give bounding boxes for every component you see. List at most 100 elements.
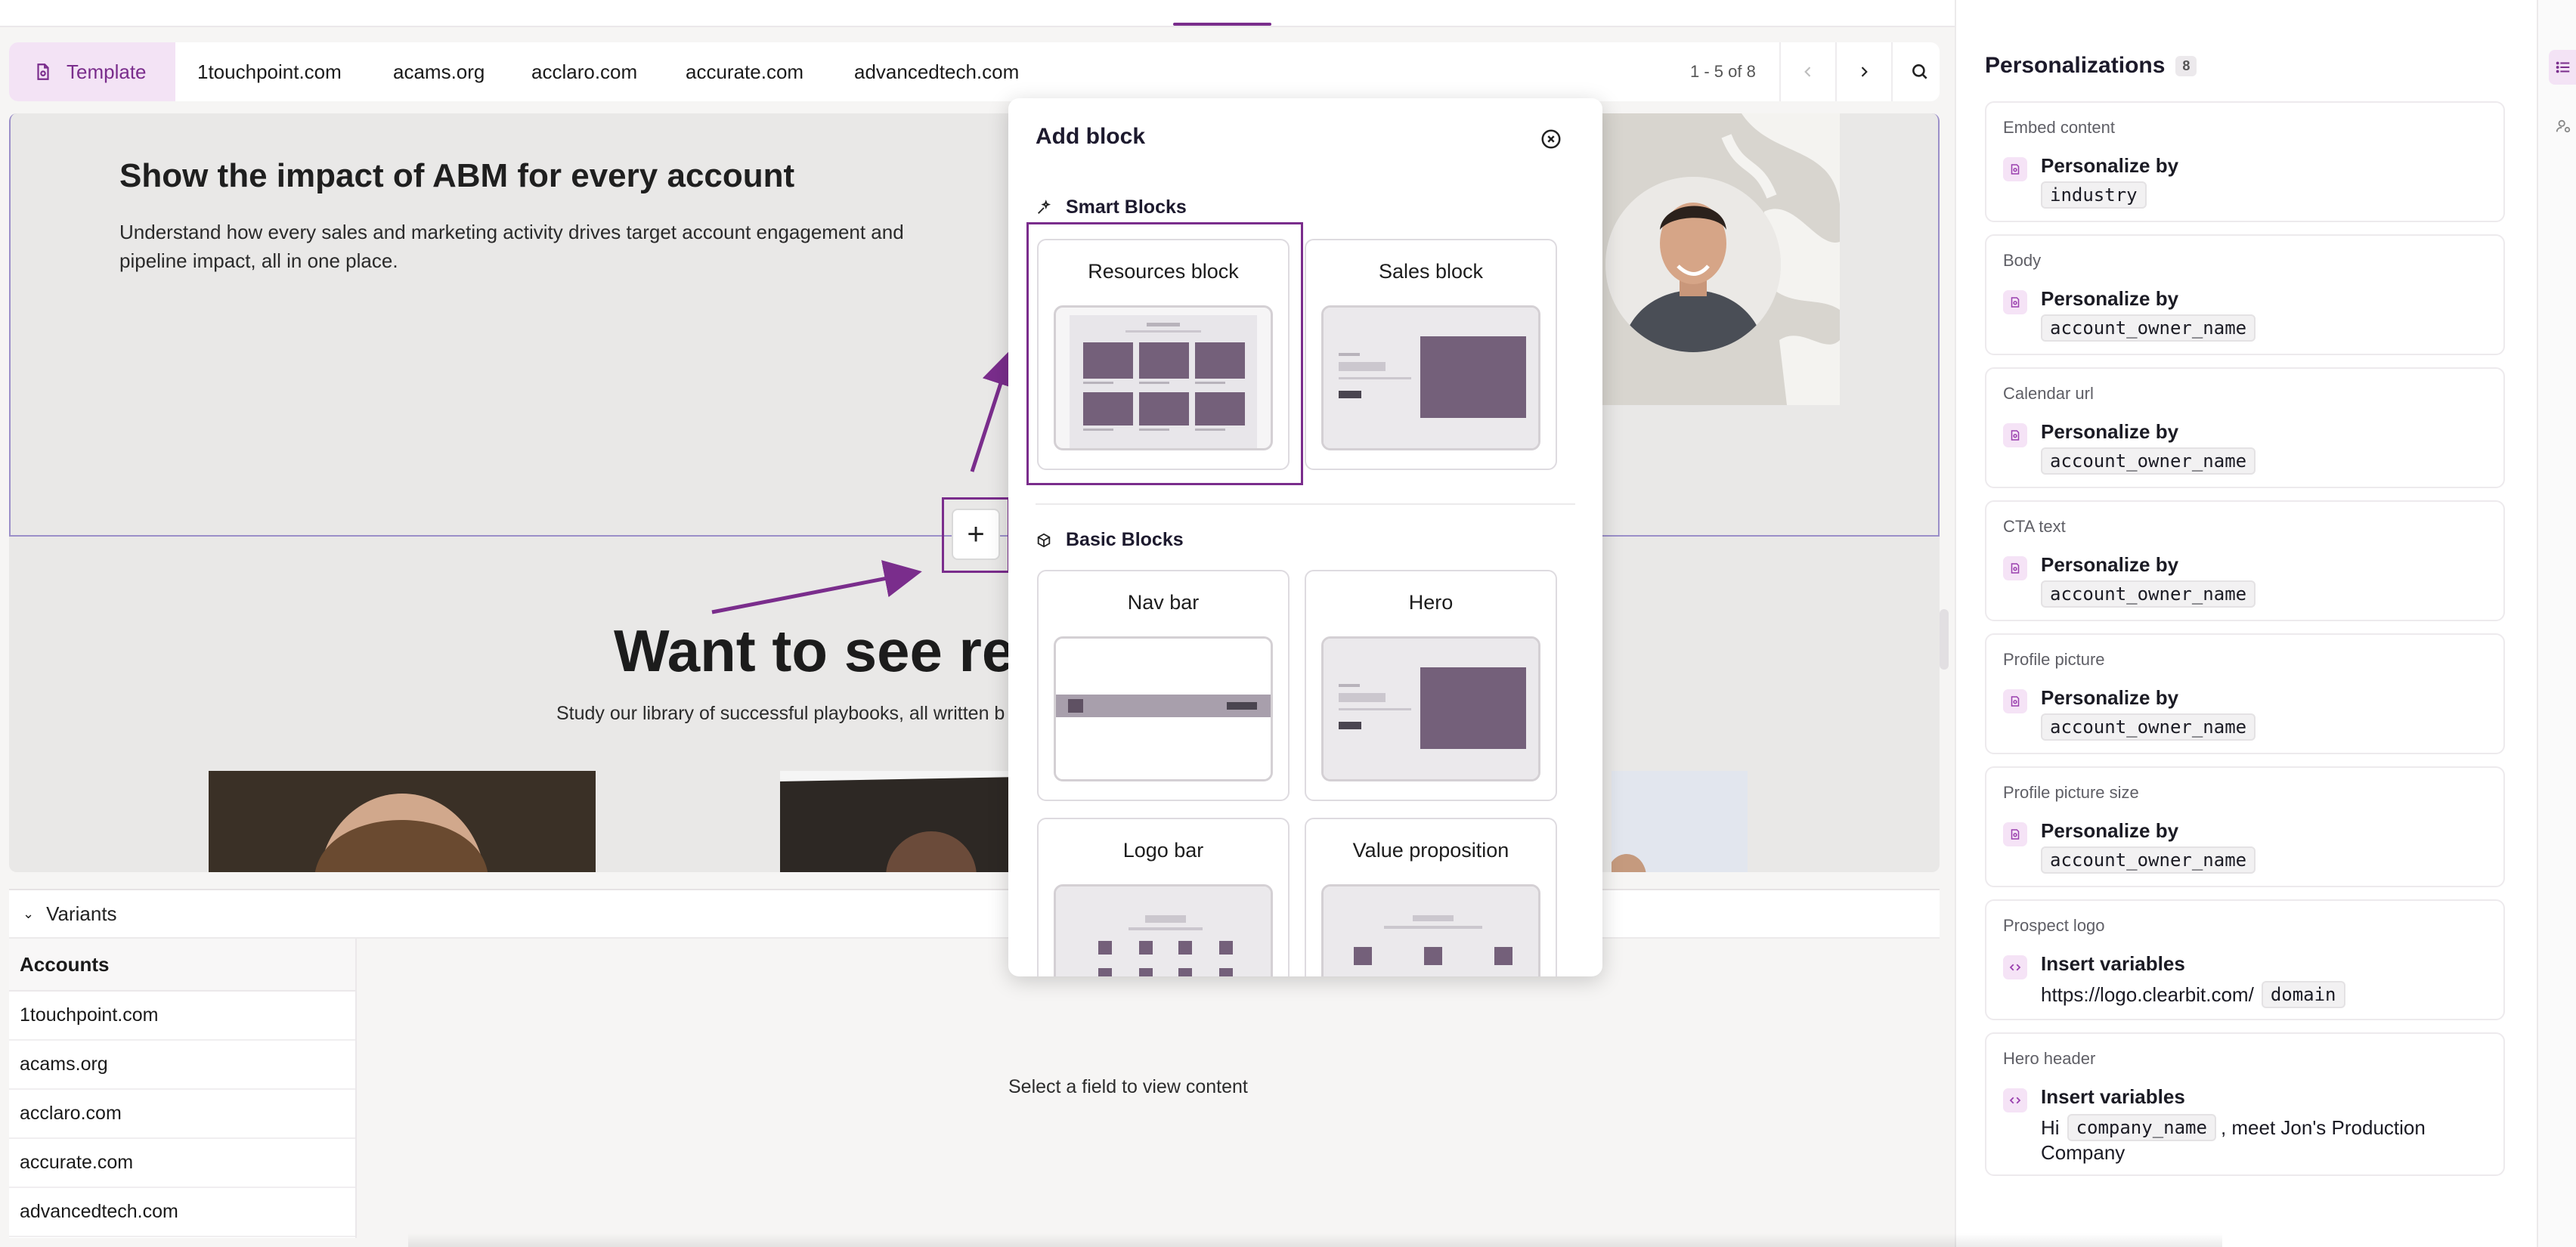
logo-bar-block-thumbnail [1054, 884, 1273, 976]
sales-block-card[interactable]: Sales block [1305, 239, 1557, 470]
close-modal-button[interactable] [1537, 125, 1565, 153]
variants-title: Variants [46, 902, 117, 925]
personalization-card[interactable]: Calendar url Personalize by account_owne… [1985, 367, 2505, 488]
user-settings-button[interactable] [2549, 112, 2576, 141]
hero-block-thumbnail [1321, 636, 1540, 781]
user-gear-icon [2556, 119, 2571, 133]
field-name: Body [2003, 251, 2042, 270]
personalization-value: account_owner_name [2041, 447, 2256, 475]
personalization-card[interactable]: Body Personalize by account_owner_name [1985, 234, 2505, 355]
personalization-value-continued: Company [2041, 1141, 2125, 1165]
smart-blocks-label: Smart Blocks [1066, 196, 1187, 218]
search-button[interactable] [1891, 42, 1947, 101]
block-card-label: Nav bar [1127, 591, 1200, 614]
previous-page-button[interactable] [1779, 42, 1835, 101]
variable-chip: account_owner_name [2041, 314, 2256, 342]
field-name: Prospect logo [2003, 916, 2105, 935]
personalization-value: account_owner_name [2041, 314, 2256, 342]
personalizations-title: Personalizations [1985, 53, 2166, 78]
section-title: Want to see rea [614, 617, 1048, 684]
right-icon-rail [2537, 0, 2576, 1247]
tab-account[interactable]: acclaro.com [531, 42, 637, 101]
gallery-image [780, 771, 1019, 872]
sales-block-thumbnail [1321, 305, 1540, 450]
personalizations-heading: Personalizations 8 [1985, 53, 2197, 79]
field-name: Profile picture size [2003, 783, 2139, 802]
tab-account[interactable]: advancedtech.com [854, 42, 1019, 101]
variants-toggle[interactable]: ⌄ Variants [9, 890, 1940, 939]
value-proposition-block-thumbnail [1321, 884, 1540, 976]
personalization-card[interactable]: Profile picture Personalize by account_o… [1985, 633, 2505, 754]
nav-bar-block-card[interactable]: Nav bar [1037, 570, 1290, 801]
field-name: Profile picture [2003, 650, 2105, 669]
personalization-card[interactable]: CTA text Personalize by account_owner_na… [1985, 500, 2505, 621]
gallery-image [209, 771, 596, 872]
panel-resize-handle[interactable] [1940, 609, 1949, 670]
account-tab-bar: Template 1touchpoint.com acams.org accla… [9, 42, 1940, 101]
empty-state-text: Select a field to view content [1008, 1076, 1248, 1097]
tab-template[interactable]: Template [9, 42, 175, 101]
plus-icon: + [952, 509, 1000, 560]
personalizations-panel-button[interactable] [2549, 50, 2576, 85]
profile-picture [1605, 177, 1781, 352]
section-description: Study our library of successful playbook… [556, 703, 1005, 724]
value-proposition-block-card[interactable]: Value proposition [1305, 818, 1557, 976]
personalization-action: Personalize by [2041, 553, 2179, 576]
resources-block-card[interactable]: Resources block [1037, 239, 1290, 470]
next-page-button[interactable] [1835, 42, 1891, 101]
account-row[interactable]: accurate.com [9, 1139, 355, 1188]
personalization-value: https://logo.clearbit.com/ domain [2041, 981, 2345, 1008]
hero-title: Show the impact of ABM for every account [119, 157, 795, 194]
block-card-label: Resources block [1088, 260, 1239, 283]
close-icon [1541, 129, 1561, 149]
personalization-value: industry [2041, 181, 2147, 209]
add-block-modal: Add block Smart Blocks Resources block S… [1008, 98, 1602, 976]
account-row[interactable]: 1touchpoint.com [9, 992, 355, 1041]
personalize-icon [2003, 423, 2027, 447]
code-icon [2003, 955, 2027, 979]
field-name: CTA text [2003, 517, 2066, 536]
template-text: , meet Jon's Production [2220, 1115, 2426, 1139]
pager-text: 1 - 5 of 8 [1690, 62, 1756, 81]
add-block-button[interactable]: + [942, 497, 1010, 573]
personalize-icon [2003, 689, 2027, 713]
accounts-header: Accounts [9, 939, 355, 992]
hero-section[interactable]: Show the impact of ABM for every account… [9, 113, 1940, 537]
account-row[interactable]: advancedtech.com [9, 1188, 355, 1237]
modal-title: Add block [1036, 124, 1146, 149]
template-text: Hi [2041, 1115, 2060, 1139]
variable-chip: domain [2261, 981, 2345, 1008]
tab-account[interactable]: 1touchpoint.com [197, 42, 342, 101]
bottom-shadow [408, 1233, 2222, 1247]
divider [1036, 503, 1575, 505]
tab-account[interactable]: accurate.com [686, 42, 803, 101]
basic-blocks-label: Basic Blocks [1066, 529, 1184, 550]
logo-bar-block-card[interactable]: Logo bar [1037, 818, 1290, 976]
personalization-card[interactable]: Hero header Insert variables Hi company_… [1985, 1032, 2505, 1176]
personalization-card[interactable]: Profile picture size Personalize by acco… [1985, 766, 2505, 887]
active-tab-indicator [1173, 23, 1271, 26]
variable-chip: account_owner_name [2041, 447, 2256, 475]
variable-chip: industry [2041, 181, 2147, 209]
block-card-label: Value proposition [1352, 839, 1509, 862]
tab-template-label: Template [67, 60, 147, 83]
cube-icon [1037, 533, 1051, 547]
personalization-value: Hi company_name , meet Jon's Production [2041, 1114, 2426, 1141]
hero-block-card[interactable]: Hero [1305, 570, 1557, 801]
tab-account[interactable]: acams.org [393, 42, 485, 101]
template-text: Company [2041, 1141, 2126, 1164]
personalization-action: Personalize by [2041, 686, 2179, 709]
personalization-value: account_owner_name [2041, 846, 2256, 874]
account-row[interactable]: acclaro.com [9, 1090, 355, 1139]
search-icon [1912, 64, 1927, 79]
personalization-card[interactable]: Prospect logo Insert variables https://l… [1985, 899, 2505, 1020]
personalization-action: Personalize by [2041, 287, 2179, 310]
smart-blocks-heading: Smart Blocks [1036, 196, 1187, 218]
chevron-down-icon: ⌄ [23, 905, 35, 921]
hero-description: Understand how every sales and marketing… [119, 221, 904, 272]
block-card-label: Sales block [1378, 260, 1484, 283]
personalization-card[interactable]: Embed content Personalize by industry [1985, 101, 2505, 222]
gallery-image [1612, 771, 1748, 872]
resources-block-thumbnail [1054, 305, 1273, 450]
account-row[interactable]: acams.org [9, 1041, 355, 1090]
